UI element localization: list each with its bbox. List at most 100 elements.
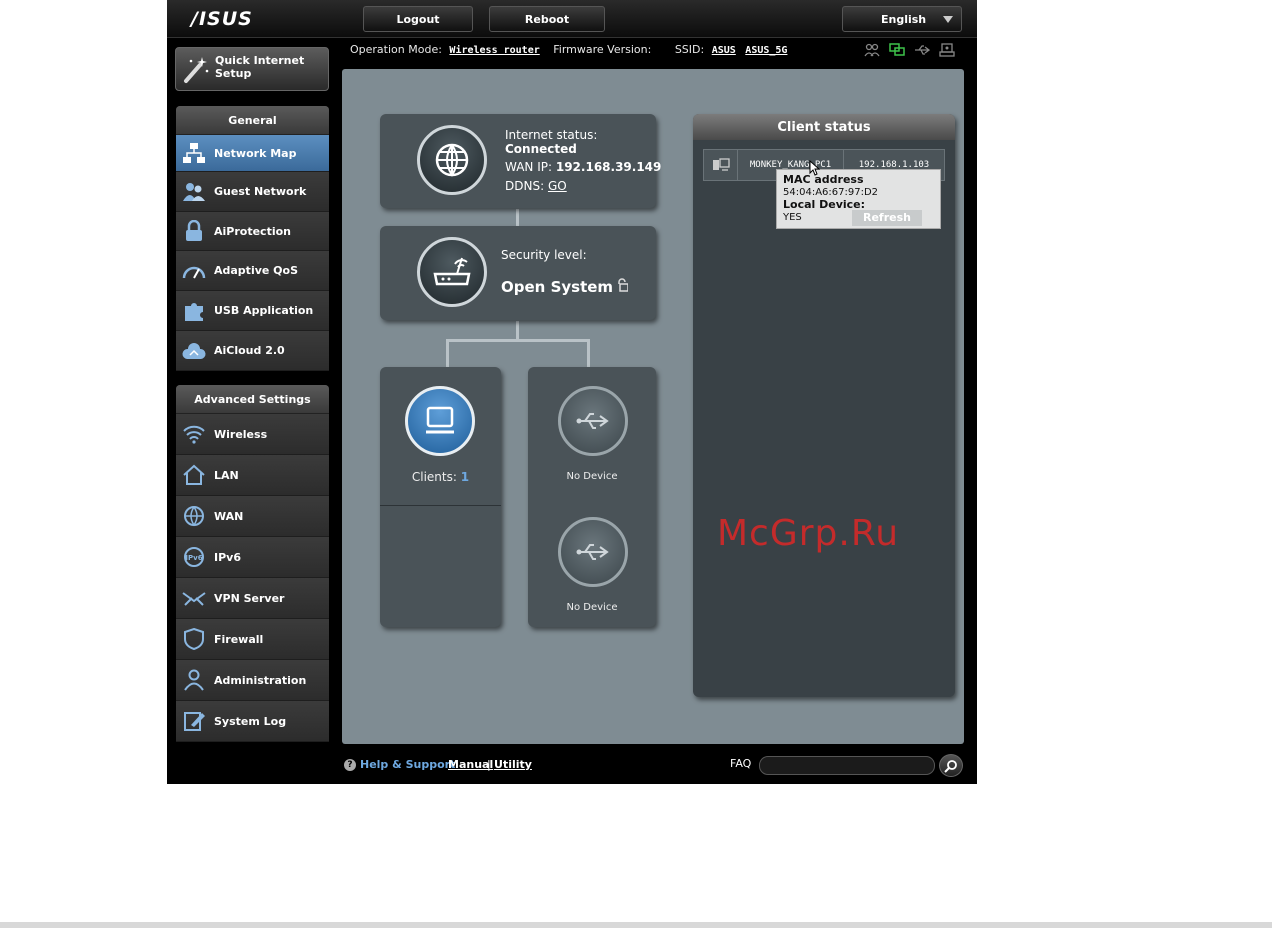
ddns-go-link[interactable]: GO [548,179,567,193]
status-icons [864,43,955,57]
internet-status-label: Internet status: [505,128,598,142]
sidebar-item-administration[interactable]: Administration [176,660,329,701]
sidebar-item-label: Guest Network [214,185,307,198]
chevron-down-icon [943,16,953,23]
faq-search-button[interactable] [939,754,963,777]
globe-icon [184,506,204,527]
home-icon [183,464,205,485]
sidebar-item-system-log[interactable]: System Log [176,701,329,742]
op-mode-link[interactable]: Wireless router [449,45,539,56]
usb-port-2-button[interactable] [558,517,628,587]
sidebar-item-label: WAN [214,509,244,523]
sidebar-item-ipv6[interactable]: IPv6 IPv6 [176,537,329,578]
mac-address-label: MAC address [783,173,864,186]
sidebar-item-aicloud[interactable]: AiCloud 2.0 [176,331,329,371]
quick-internet-setup-label: Quick Internet Setup [215,54,305,80]
client-device-cell [704,150,738,180]
sidebar-item-firewall[interactable]: Firewall [176,619,329,660]
sidebar-item-adaptive-qos[interactable]: Adaptive QoS [176,251,329,291]
sidebar-item-wan[interactable]: WAN [176,496,329,537]
clients-label: Clients: [411,470,457,484]
printer-status-icon[interactable] [939,43,955,57]
asus-logo: /ISUS [191,8,253,30]
svg-text:IPv6: IPv6 [185,554,202,562]
ddns-row: DDNS: GO [505,179,567,193]
wifi-icon [183,425,205,444]
cloud-icon [182,342,206,359]
faq-search-input[interactable] [759,756,935,775]
globe-icon [435,143,469,177]
usb-status-icon[interactable] [914,43,930,57]
wan-ip-value: 192.168.39.149 [555,160,662,174]
usb-port-2-status: No Device [566,602,618,613]
status-line: Operation Mode: Wireless router Firmware… [350,43,797,59]
sidebar-item-label: Wireless [214,427,268,441]
sidebar-item-label: AiProtection [214,224,291,238]
log-icon [184,712,205,731]
internet-status-panel[interactable]: Internet status: Connected WAN IP: 192.1… [380,114,661,208]
clients-panel[interactable]: Clients: 1 [380,367,501,627]
utility-link[interactable]: Utility [494,758,532,771]
sidebar-item-aiprotection[interactable]: AiProtection [176,212,329,251]
general-header: General [176,106,329,135]
wan-ip-label: WAN IP: [505,160,553,174]
ssid-link-2[interactable]: ASUS_5G [745,45,787,56]
sidebar-item-label: System Log [214,714,287,728]
local-device-label: Local Device: [783,198,866,211]
sidebar-item-label: USB Application [214,304,314,317]
sidebar-item-guest-network[interactable]: Guest Network [176,172,329,212]
connector-line [446,339,449,367]
local-device-value: YES [783,212,802,223]
sidebar-item-label: AiCloud 2.0 [214,344,285,357]
page: /ISUS Logout Reboot English Operation Mo… [0,0,1272,928]
top-bar: /ISUS Logout Reboot English [167,0,977,38]
help-support-link[interactable]: ? Help & Support [344,758,455,771]
usb-port-1-status: No Device [566,471,618,482]
clients-button[interactable] [405,386,475,456]
security-panel[interactable]: Security level: Open System [380,226,656,320]
network-status-icon[interactable] [889,43,905,57]
sidebar-item-network-map[interactable]: Network Map [176,135,329,172]
language-select[interactable]: English [842,6,962,32]
shield-icon [184,628,204,650]
sidebar-item-label: Administration [214,673,307,687]
footer-separator: | [487,758,491,771]
advanced-header: Advanced Settings [176,385,329,414]
sidebar-item-wireless[interactable]: Wireless [176,414,329,455]
usb-port-1-button[interactable] [558,386,628,456]
puzzle-icon [185,302,203,321]
help-support-label: Help & Support [360,758,456,771]
internet-globe-button[interactable] [417,125,487,195]
logout-button[interactable]: Logout [363,6,473,32]
sidebar-item-vpn-server[interactable]: VPN Server [176,578,329,619]
sidebar-item-lan[interactable]: LAN [176,455,329,496]
internet-status-value: Connected [505,142,577,156]
magic-wand-icon [184,57,209,83]
sidebar-item-usb-application[interactable]: USB Application [176,291,329,331]
clients-row: Clients: 1 [380,470,501,484]
footer: ? Help & Support Manual | Utility FAQ [167,748,977,784]
help-icon: ? [344,758,356,771]
security-level-label: Security level: [501,248,587,262]
general-menu: General Network Map Guest Network AiProt… [176,106,329,371]
users-status-icon[interactable] [864,43,880,57]
unlock-icon [618,278,628,292]
network-map-icon [183,143,205,163]
advanced-menu: Advanced Settings Wireless LAN WAN IPv6 … [176,385,329,742]
firmware-label: Firmware Version: [553,43,652,56]
sidebar-item-label: IPv6 [214,550,241,564]
client-tooltip: Refresh MAC address 54:04:A6:67:97:D2 Lo… [776,169,941,229]
connector-line [587,339,590,367]
ipv6-icon: IPv6 [184,547,204,567]
clients-count-link[interactable]: 1 [461,470,469,484]
ssid-link-1[interactable]: ASUS [712,45,736,56]
router-button[interactable] [417,237,487,307]
router-admin-window: /ISUS Logout Reboot English Operation Mo… [167,0,977,784]
connector-line [446,339,590,342]
security-level-value: Open System [501,278,614,296]
quick-internet-setup-button[interactable]: Quick Internet Setup [175,47,329,91]
client-status-title: Client status [693,114,955,140]
reboot-button[interactable]: Reboot [489,6,605,32]
bottom-separator [0,922,1272,928]
usb-icon [576,544,609,560]
